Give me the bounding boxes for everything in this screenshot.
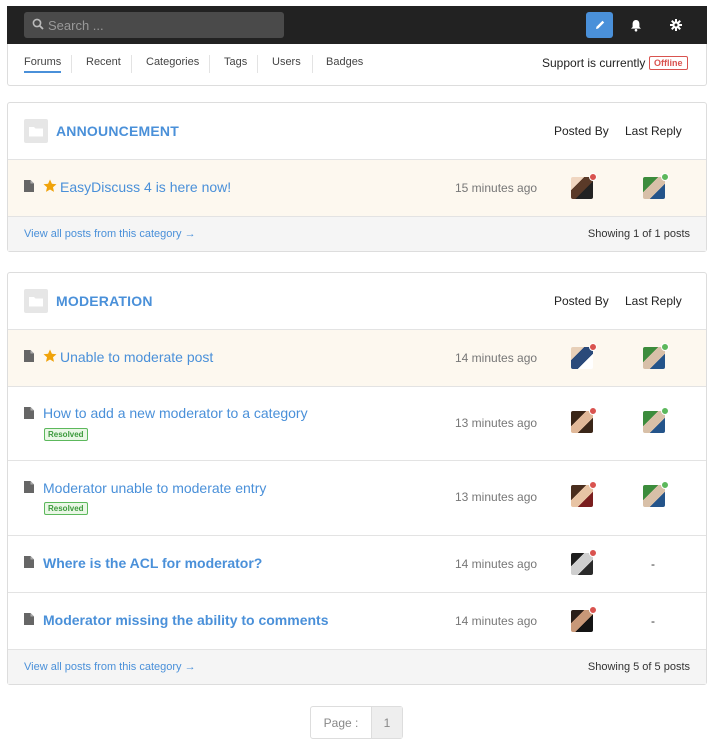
no-reply-dash: - [651, 557, 655, 571]
category-header: ANNOUNCEMENT Posted By Last Reply [8, 103, 706, 160]
folder-icon [24, 119, 48, 143]
online-indicator [661, 343, 669, 351]
last-reply-header: Last Reply [625, 294, 682, 308]
nav-divider [312, 55, 313, 73]
folder-icon [24, 289, 48, 313]
nav-badges[interactable]: Badges [326, 56, 363, 68]
compose-button[interactable] [586, 12, 613, 38]
resolved-badge: Resolved [44, 428, 88, 441]
avatar[interactable] [571, 549, 597, 575]
search-icon [32, 18, 44, 30]
category-panel-moderation: MODERATION Posted By Last Reply Unable t… [7, 272, 707, 685]
status-badge: Offline [649, 56, 688, 70]
offline-indicator [589, 407, 597, 415]
posted-by-header: Posted By [554, 294, 609, 308]
category-title[interactable]: MODERATION [56, 293, 153, 309]
category-title[interactable]: ANNOUNCEMENT [56, 123, 179, 139]
online-indicator [661, 173, 669, 181]
search-input[interactable]: Search ... [24, 12, 284, 38]
star-icon [43, 349, 57, 362]
document-icon [24, 613, 34, 625]
page-number-button[interactable]: 1 [371, 707, 402, 738]
nav-users[interactable]: Users [272, 56, 301, 68]
offline-indicator [589, 481, 597, 489]
nav-divider [131, 55, 132, 73]
avatar[interactable] [571, 173, 597, 199]
bell-icon [630, 19, 641, 31]
post-title-link[interactable]: EasyDiscuss 4 is here now! [60, 179, 231, 195]
nav-divider [257, 55, 258, 73]
post-time: 13 minutes ago [455, 490, 538, 504]
nav-forums[interactable]: Forums [24, 56, 62, 73]
view-all-link[interactable]: View all posts from this category → [24, 661, 196, 673]
post-row: Moderator unable to moderate entry Resol… [8, 461, 706, 536]
offline-indicator [589, 549, 597, 557]
nav-divider [209, 55, 210, 73]
last-reply-header: Last Reply [625, 124, 682, 138]
post-title-link[interactable]: How to add a new moderator to a category [43, 405, 308, 421]
offline-indicator [589, 173, 597, 181]
avatar[interactable] [643, 481, 669, 507]
post-time: 14 minutes ago [455, 557, 538, 571]
avatar[interactable] [571, 606, 597, 632]
post-count: Showing 1 of 1 posts [587, 228, 690, 240]
post-row: How to add a new moderator to a category… [8, 387, 706, 461]
post-title-link[interactable]: Unable to moderate post [60, 349, 213, 365]
notifications-button[interactable] [622, 12, 649, 38]
post-title-link[interactable]: Where is the ACL for moderator? [43, 555, 262, 571]
nav-recent[interactable]: Recent [86, 56, 121, 68]
search-placeholder: Search ... [48, 18, 104, 33]
category-footer: View all posts from this category → Show… [8, 217, 706, 251]
post-title-link[interactable]: Moderator unable to moderate entry [43, 480, 266, 496]
online-indicator [661, 481, 669, 489]
view-all-link[interactable]: View all posts from this category → [24, 228, 196, 240]
offline-indicator [589, 343, 597, 351]
post-count: Showing 5 of 5 posts [587, 661, 690, 673]
post-row: Where is the ACL for moderator? 14 minut… [8, 536, 706, 593]
post-row: EasyDiscuss 4 is here now! 15 minutes ag… [8, 160, 706, 217]
no-reply-dash: - [651, 614, 655, 628]
avatar[interactable] [571, 343, 597, 369]
gear-icon [669, 19, 682, 31]
star-icon [43, 179, 57, 192]
document-icon [24, 481, 34, 493]
posted-by-header: Posted By [554, 124, 609, 138]
document-icon [24, 350, 34, 362]
online-indicator [661, 407, 669, 415]
page-label: Page : [323, 715, 359, 730]
post-time: 14 minutes ago [455, 614, 538, 628]
post-time: 14 minutes ago [455, 351, 538, 365]
settings-button[interactable] [662, 12, 689, 38]
avatar[interactable] [571, 407, 597, 433]
document-icon [24, 407, 34, 419]
offline-indicator [589, 606, 597, 614]
document-icon [24, 556, 34, 568]
pencil-icon [595, 20, 604, 29]
avatar[interactable] [643, 173, 669, 199]
main-nav: Forums Recent Categories Tags Users Badg… [7, 44, 707, 86]
nav-divider [71, 55, 72, 73]
post-time: 13 minutes ago [455, 416, 538, 430]
document-icon [24, 180, 34, 192]
nav-categories[interactable]: Categories [146, 56, 199, 68]
avatar[interactable] [643, 407, 669, 433]
post-row: Moderator missing the ability to comment… [8, 593, 706, 650]
post-title-link[interactable]: Moderator missing the ability to comment… [43, 612, 329, 628]
pagination: Page : 1 [310, 706, 403, 739]
support-status-text: Support is currently [542, 56, 646, 70]
post-row: Unable to moderate post 14 minutes ago [8, 330, 706, 387]
nav-tags[interactable]: Tags [224, 56, 247, 68]
category-footer: View all posts from this category → Show… [8, 650, 706, 684]
category-panel-announcement: ANNOUNCEMENT Posted By Last Reply EasyDi… [7, 102, 707, 252]
post-time: 15 minutes ago [455, 181, 538, 195]
top-toolbar: Search ... [7, 6, 707, 44]
category-header: MODERATION Posted By Last Reply [8, 273, 706, 330]
avatar[interactable] [643, 343, 669, 369]
resolved-badge: Resolved [44, 502, 88, 515]
avatar[interactable] [571, 481, 597, 507]
